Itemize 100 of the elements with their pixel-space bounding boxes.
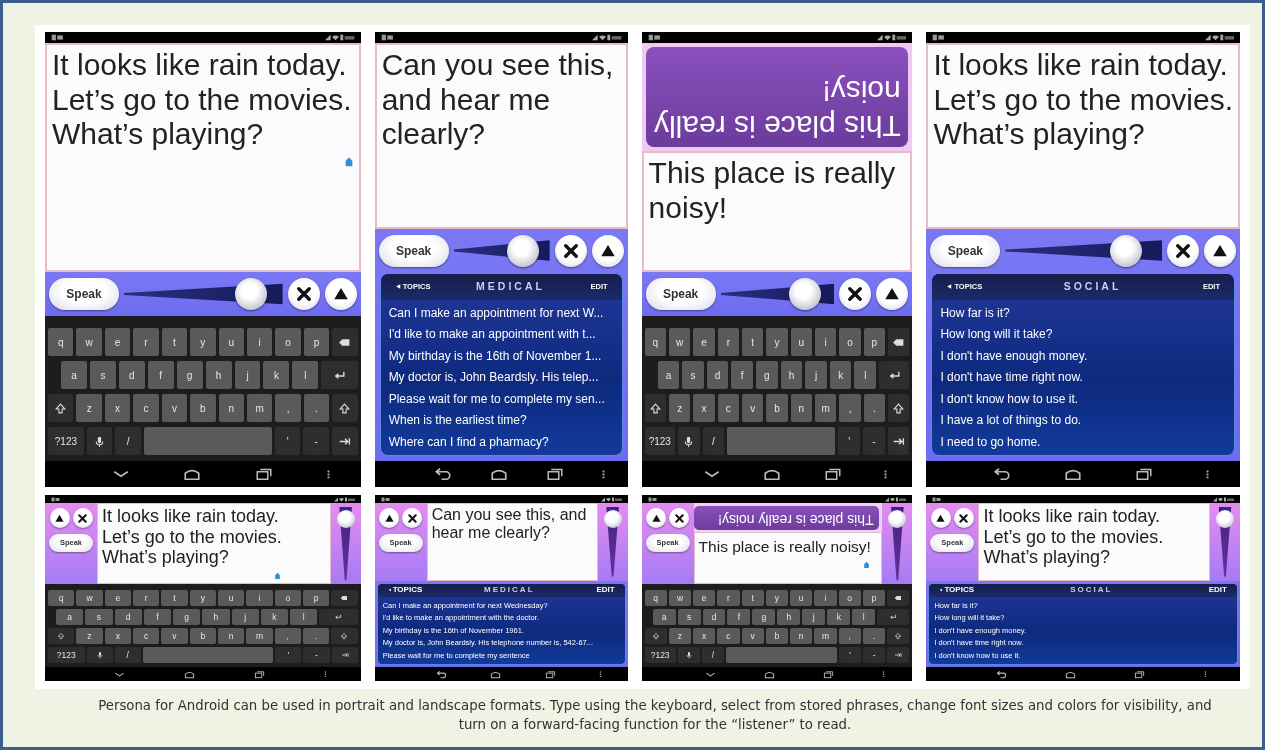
clear-button[interactable] (554, 234, 587, 267)
up-button[interactable] (49, 508, 70, 528)
keyboard-key[interactable]: l (290, 609, 318, 625)
keyboard-key[interactable]: i (814, 590, 837, 606)
keyboard-key[interactable]: r (133, 590, 160, 606)
keyboard-key[interactable]: f (147, 361, 174, 389)
keyboard-key[interactable]: m (246, 628, 273, 644)
keyboard-key[interactable]: - (863, 647, 886, 663)
keyboard-key[interactable]: m (246, 394, 273, 422)
keyboard-key[interactable]: z (76, 394, 102, 422)
phrase-item[interactable]: Please wait for me to complete my sen... (380, 388, 622, 410)
keyboard-key[interactable]: l (854, 361, 877, 389)
keyboard-key[interactable]: d (706, 361, 729, 389)
menu-icon[interactable] (884, 468, 888, 480)
keyboard-key[interactable]: b (189, 628, 216, 644)
keyboard-key[interactable]: w (668, 590, 692, 606)
keyboard-key[interactable] (879, 361, 910, 389)
keyboard-key[interactable]: f (143, 609, 172, 625)
keyboard-key[interactable]: q (48, 328, 74, 356)
keyboard-key[interactable]: c (717, 628, 740, 644)
menu-icon[interactable] (1203, 670, 1207, 678)
keyboard-key[interactable]: s (85, 609, 113, 625)
keyboard-key[interactable]: t (161, 590, 188, 606)
keyboard-key[interactable]: t (741, 590, 764, 606)
keyboard-key[interactable]: f (731, 361, 754, 389)
keyboard-key[interactable]: r (717, 590, 740, 606)
keyboard-key[interactable]: n (217, 628, 245, 644)
keyboard-key[interactable]: ' (838, 427, 861, 455)
keyboard-key[interactable]: b (766, 394, 788, 422)
keyboard-key[interactable]: u (217, 590, 245, 606)
keyboard-key[interactable]: o (274, 590, 301, 606)
phrase-item[interactable]: I don't know how to use it. (932, 388, 1234, 410)
keyboard-key[interactable]: s (89, 361, 116, 389)
keyboard-key[interactable]: x (104, 628, 131, 644)
menu-icon[interactable] (1206, 468, 1210, 480)
keyboard-key[interactable]: g (752, 609, 776, 625)
menu-icon[interactable] (598, 670, 602, 678)
keyboard-key[interactable]: c (133, 394, 159, 422)
clear-button[interactable] (402, 508, 423, 528)
menu-icon[interactable] (601, 468, 605, 480)
slider-thumb[interactable] (507, 234, 540, 267)
keyboard-key[interactable]: - (303, 427, 330, 455)
keyboard-key[interactable] (644, 394, 666, 422)
keyboard-key[interactable]: p (302, 590, 330, 606)
keyboard-key[interactable]: m (814, 628, 837, 644)
up-button[interactable] (324, 278, 357, 310)
keyboard-key[interactable]: j (231, 609, 259, 625)
keyboard-key[interactable]: y (190, 328, 216, 356)
slider-thumb[interactable] (1216, 509, 1234, 528)
keyboard-key[interactable]: ?123 (644, 647, 676, 663)
slider-thumb[interactable] (235, 278, 268, 310)
keyboard-key[interactable]: h (780, 361, 803, 389)
keyboard-key[interactable]: o (275, 328, 301, 356)
keyboard-key[interactable]: p (863, 328, 886, 356)
keyboard-key[interactable]: j (234, 361, 261, 389)
back-icon[interactable] (433, 465, 452, 483)
keyboard-key[interactable] (887, 427, 910, 455)
slider-thumb[interactable] (1110, 234, 1143, 267)
menu-icon[interactable] (326, 468, 330, 480)
speak-button[interactable]: Speak (49, 278, 119, 310)
menu-icon[interactable] (324, 670, 328, 678)
keyboard-key[interactable]: u (790, 590, 813, 606)
keyboard-key[interactable]: k (827, 609, 851, 625)
keyboard-key[interactable] (86, 427, 113, 455)
phrase-item[interactable]: Where can I find a pharmacy? (380, 431, 622, 453)
keyboard-key[interactable]: / (701, 647, 724, 663)
keyboard-key[interactable]: c (133, 628, 160, 644)
keyboard-key[interactable]: / (702, 427, 725, 455)
phrase-item[interactable]: How far is it? (932, 302, 1234, 324)
keyboard-key[interactable]: b (765, 628, 789, 644)
keyboard-key[interactable]: ?123 (644, 427, 675, 455)
cursor-handle[interactable] (273, 572, 281, 581)
keyboard-key[interactable] (888, 394, 910, 422)
message-field[interactable]: This place is really noisy! (641, 151, 913, 272)
keyboard-key[interactable]: e (693, 328, 715, 356)
keyboard-key[interactable]: q (644, 590, 667, 606)
keyboard-key[interactable]: c (717, 394, 739, 422)
keyboard-key[interactable]: o (839, 328, 861, 356)
clear-button[interactable] (287, 278, 320, 310)
keyboard-key[interactable]: p (303, 328, 330, 356)
keyboard-key[interactable] (887, 590, 910, 606)
clear-button[interactable] (953, 508, 974, 528)
keyboard-key[interactable]: w (76, 590, 103, 606)
keyboard-key[interactable]: , (838, 628, 861, 644)
phrase-item[interactable]: How long will it take? (932, 324, 1234, 346)
keyboard-key[interactable] (332, 394, 358, 422)
keyboard-key[interactable]: l (292, 361, 319, 389)
speak-button[interactable]: Speak (378, 234, 449, 267)
keyboard-key[interactable]: v (161, 628, 188, 644)
clear-button[interactable] (669, 508, 690, 528)
keyboard-key[interactable]: k (260, 609, 289, 625)
keyboard-key[interactable]: g (176, 361, 203, 389)
speak-button[interactable]: Speak (645, 278, 716, 310)
phrase-item[interactable]: I don't have time right now. (932, 367, 1234, 389)
keyboard-key[interactable] (86, 647, 113, 663)
keyboard-key[interactable]: . (303, 394, 330, 422)
keyboard-key[interactable]: k (263, 361, 290, 389)
keyboard-key[interactable]: x (104, 394, 131, 422)
cursor-handle[interactable] (862, 561, 870, 569)
keyboard-key[interactable]: a (657, 361, 680, 389)
